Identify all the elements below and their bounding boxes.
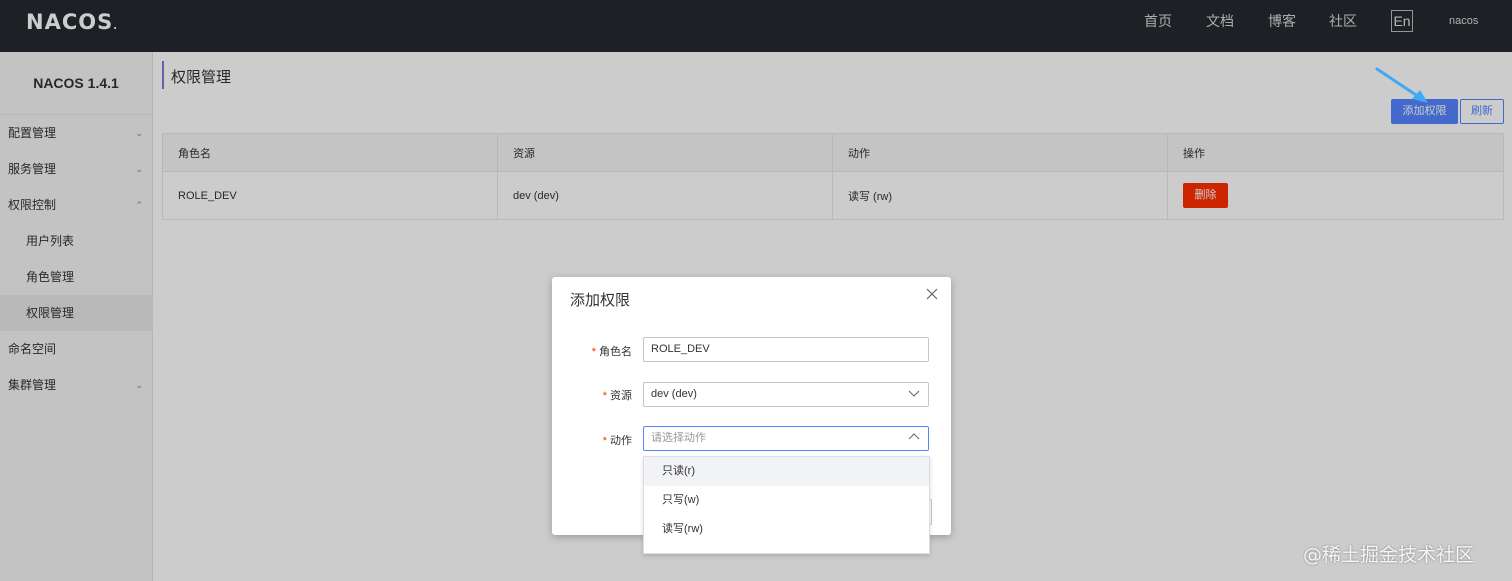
resource-select[interactable]: dev (dev) — [643, 382, 929, 407]
option-read-write[interactable]: 读写(rw) — [644, 515, 929, 544]
action-select[interactable]: 请选择动作 — [643, 426, 929, 451]
role-label: * 角色名 — [591, 346, 632, 358]
watermark: @稀土掘金技术社区 — [1303, 544, 1475, 566]
action-dropdown-menu: 只读(r) 只写(w) 读写(rw) — [643, 456, 930, 554]
chevron-down-icon — [908, 390, 920, 397]
action-select-placeholder: 请选择动作 — [651, 432, 706, 444]
close-icon[interactable] — [925, 287, 939, 301]
option-write-only[interactable]: 只写(w) — [644, 486, 929, 515]
resource-label: * 资源 — [602, 390, 632, 402]
chevron-up-icon — [908, 433, 920, 440]
option-read-only[interactable]: 只读(r) — [644, 457, 929, 486]
dialog-title: 添加权限 — [570, 292, 631, 309]
action-label: * 动作 — [602, 435, 632, 447]
resource-select-value: dev (dev) — [651, 388, 697, 400]
annotation-arrow-icon — [1375, 67, 1428, 103]
role-input[interactable]: ROLE_DEV — [643, 337, 929, 362]
